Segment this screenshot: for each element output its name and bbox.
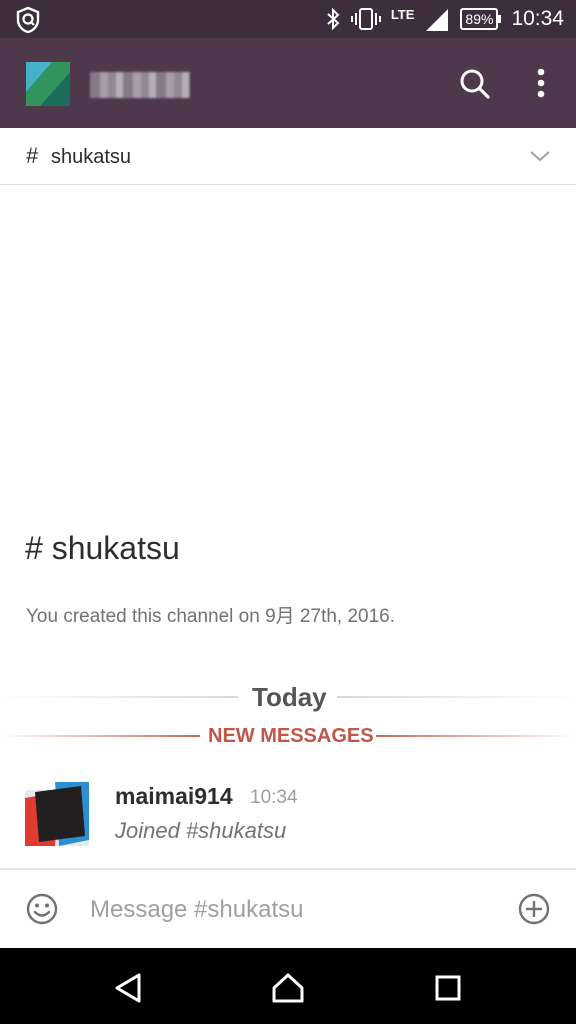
clock: 10:34	[511, 7, 564, 30]
message-text: Joined #shukatsu	[115, 818, 287, 843]
message-input[interactable]	[90, 890, 490, 930]
channel-hash: #	[26, 143, 39, 168]
message-item[interactable]: maimai914 10:34 Joined #shukatsu	[0, 778, 576, 858]
recents-button[interactable]	[428, 968, 468, 1008]
channel-header[interactable]: # shukatsu	[0, 128, 576, 185]
more-vert-icon	[537, 68, 545, 98]
back-button[interactable]	[108, 968, 148, 1008]
home-button[interactable]	[268, 968, 308, 1008]
search-icon	[460, 69, 490, 99]
channel-intro-subtitle: You created this channel on 9月 27th, 201…	[26, 606, 396, 627]
vpn-shield-icon	[14, 6, 42, 34]
channel-name: shukatsu	[51, 146, 132, 168]
status-bar: LTE 89% 10:34	[0, 0, 576, 38]
battery-level: 89%	[460, 8, 499, 30]
vibrate-icon	[350, 7, 381, 31]
channel-intro-title: # shukatsu	[25, 530, 180, 566]
system-nav-bar	[0, 948, 576, 1024]
new-messages-divider: NEW MESSAGES	[0, 724, 576, 750]
more-options-button[interactable]	[526, 65, 556, 103]
recents-square-icon	[435, 975, 461, 1001]
team-name-blurred[interactable]	[90, 72, 190, 98]
signal-icon	[424, 7, 450, 31]
new-messages-label: NEW MESSAGES	[208, 725, 374, 747]
chevron-down-icon[interactable]	[528, 148, 552, 164]
message-composer	[0, 868, 576, 948]
add-circle-icon	[518, 893, 550, 925]
add-attachment-button[interactable]	[517, 892, 551, 926]
back-triangle-icon	[115, 973, 141, 1003]
emoji-icon	[26, 893, 58, 925]
message-time: 10:34	[250, 787, 298, 808]
today-label: Today	[252, 682, 327, 712]
emoji-button[interactable]	[25, 892, 59, 926]
search-button[interactable]	[456, 65, 494, 103]
today-divider: Today	[0, 678, 576, 718]
network-type: LTE	[390, 6, 415, 22]
home-icon	[272, 973, 304, 1003]
battery-indicator: 89%	[460, 8, 502, 30]
team-logo-icon[interactable]	[26, 62, 70, 106]
message-author[interactable]: maimai914	[115, 783, 233, 810]
app-bar	[0, 38, 576, 128]
bluetooth-icon	[325, 7, 341, 31]
avatar[interactable]	[25, 782, 89, 846]
